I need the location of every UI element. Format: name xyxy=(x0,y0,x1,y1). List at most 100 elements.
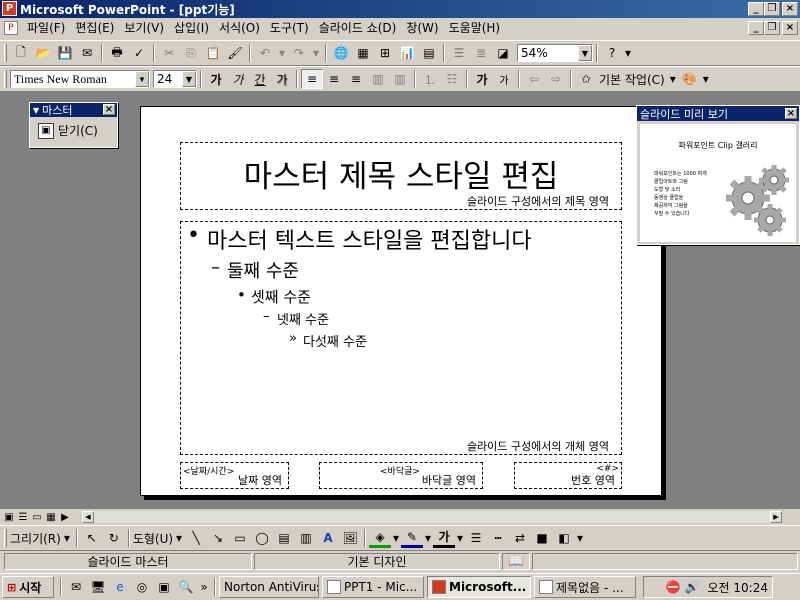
increase-font-button[interactable]: 가 xyxy=(471,69,493,89)
free-rotate-icon[interactable]: ↻ xyxy=(103,528,125,548)
chevron-down-icon[interactable]: ▾ xyxy=(455,528,465,548)
close-master-view-button[interactable]: ▣ 닫기(C) xyxy=(30,117,117,139)
bold-button[interactable]: 가 xyxy=(205,69,227,89)
align-left-icon[interactable]: ≡ xyxy=(301,69,323,89)
sorter-view-icon[interactable]: ▦ xyxy=(44,510,58,524)
shadow-button[interactable]: 가 xyxy=(271,69,293,89)
copy-icon[interactable]: ⎘ xyxy=(180,43,202,63)
master-toolbar-close-button[interactable]: × xyxy=(103,104,115,115)
redo-icon[interactable]: ↷ xyxy=(288,43,310,63)
columns-icon[interactable]: ▥ xyxy=(389,69,411,89)
doc-minimize-button[interactable]: _ xyxy=(748,21,764,35)
decrease-font-button[interactable]: 가 xyxy=(493,69,515,89)
toolbar-options-icon[interactable]: ▾ xyxy=(575,528,585,548)
arrow-icon[interactable]: ↘ xyxy=(207,528,229,548)
font-color-button[interactable]: 가 xyxy=(433,528,456,548)
outlook-icon[interactable]: ✉ xyxy=(65,577,87,597)
3d-icon[interactable]: ◧ xyxy=(553,528,575,548)
quicklaunch-more-icon[interactable]: » xyxy=(197,577,211,597)
fill-color-icon[interactable]: ◈ xyxy=(369,528,392,548)
preview-header[interactable]: 슬라이드 미리 보기 × xyxy=(637,106,799,121)
chevron-down-icon[interactable]: ▾ xyxy=(391,528,401,548)
scroll-left-icon[interactable]: ◀ xyxy=(82,511,94,523)
close-button[interactable]: × xyxy=(782,2,798,16)
body-placeholder[interactable]: • 마스터 텍스트 스타일을 편집합니다 – 둘째 수준 • 셋째 수준 – 넷… xyxy=(180,221,622,455)
horizontal-scrollbar[interactable] xyxy=(82,511,782,523)
powerpoint-app-icon[interactable]: P xyxy=(2,1,17,16)
textbox-icon[interactable]: ▤ xyxy=(273,528,295,548)
chevron-down-icon[interactable]: ▼ xyxy=(33,106,39,115)
task-powerpoint-active[interactable]: Microsoft... xyxy=(427,576,531,598)
show-formatting-icon[interactable]: ≣ xyxy=(470,43,492,63)
menu-help[interactable]: 도움말(H) xyxy=(444,19,506,37)
office-assistant-icon[interactable]: ? xyxy=(601,43,623,63)
number-placeholder[interactable]: <#> 번호 영역 xyxy=(514,462,622,489)
undo-dropdown-icon[interactable]: ▾ xyxy=(276,43,288,63)
task-ppt1[interactable]: PPT1 - Mic... xyxy=(322,576,424,598)
date-placeholder[interactable]: <날짜/시간> 날짜 영역 xyxy=(180,462,289,489)
internet-explorer-icon[interactable]: e xyxy=(109,577,131,597)
slide-design-icon[interactable]: 🎨 xyxy=(679,69,701,89)
grayscale-icon[interactable]: ◪ xyxy=(492,43,514,63)
dash-style-icon[interactable]: ┅ xyxy=(487,528,509,548)
rectangle-icon[interactable]: ▭ xyxy=(229,528,251,548)
chevron-down-icon[interactable]: ▼ xyxy=(135,71,149,87)
open-icon[interactable]: 📂 xyxy=(32,43,54,63)
master-toolbar-header[interactable]: ▼ 마스터 × xyxy=(30,103,117,117)
minimize-button[interactable]: _ xyxy=(748,2,764,16)
print-icon[interactable]: 🖶 xyxy=(106,43,128,63)
spellcheck-status-icon[interactable]: 📖 xyxy=(502,552,530,570)
bullets-icon[interactable]: ☷ xyxy=(441,69,463,89)
zoom-select[interactable]: 54% ▼ xyxy=(517,44,593,62)
menu-format[interactable]: 서식(O) xyxy=(214,19,265,37)
font-select[interactable]: Times New Roman ▼ xyxy=(10,70,150,88)
insert-table-icon[interactable]: ⊞ xyxy=(374,43,396,63)
toolbar-options-icon[interactable]: ▾ xyxy=(701,69,711,89)
line-icon[interactable]: ╲ xyxy=(185,528,207,548)
new-icon[interactable]: 🗋 xyxy=(10,43,32,63)
footer-placeholder[interactable]: <바닥글> 바닥글 영역 xyxy=(319,462,483,489)
chevron-down-icon[interactable]: ▾ xyxy=(173,528,185,548)
new-slide-icon[interactable]: ▤ xyxy=(418,43,440,63)
slide-view-icon[interactable]: ▭ xyxy=(30,510,44,524)
line-style-icon[interactable]: ☰ xyxy=(465,528,487,548)
underline-button[interactable]: 간 xyxy=(249,69,271,89)
toolbar-grip[interactable] xyxy=(4,44,7,62)
chevron-down-icon[interactable]: ▾ xyxy=(667,69,679,89)
toolbar-grip[interactable] xyxy=(4,529,7,547)
start-button[interactable]: ⊞ 시작 xyxy=(2,576,54,598)
format-painter-icon[interactable]: 🖌 xyxy=(224,43,246,63)
menu-insert[interactable]: 삽입(I) xyxy=(169,19,214,37)
task-notepad[interactable]: 제목없음 - ... xyxy=(534,576,636,598)
outline-view-icon[interactable]: ☰ xyxy=(16,510,30,524)
toolbar-grip[interactable] xyxy=(4,70,7,88)
document-icon[interactable]: P xyxy=(4,21,18,35)
clipart-icon[interactable]: 🖼 xyxy=(339,528,361,548)
chevron-down-icon[interactable]: ▼ xyxy=(578,45,592,61)
animation-star-icon[interactable]: ✩ xyxy=(575,69,597,89)
volume-tray-icon[interactable]: 🔊 xyxy=(685,580,700,594)
restore-button[interactable]: ❐ xyxy=(764,2,780,16)
hyperlink-icon[interactable]: 🌐 xyxy=(330,43,352,63)
line-color-icon[interactable]: ✎ xyxy=(401,528,424,548)
cut-icon[interactable]: ✂ xyxy=(158,43,180,63)
paste-icon[interactable]: 📋 xyxy=(202,43,224,63)
slideshow-view-icon[interactable]: ▶ xyxy=(58,510,72,524)
select-pointer-icon[interactable]: ↖ xyxy=(81,528,103,548)
menu-edit[interactable]: 편집(E) xyxy=(70,19,119,37)
scroll-right-icon[interactable]: ▶ xyxy=(770,511,782,523)
numbering-icon[interactable]: ⒈ xyxy=(419,69,441,89)
arrow-style-icon[interactable]: ⇄ xyxy=(509,528,531,548)
font-size-select[interactable]: 24 ▼ xyxy=(153,70,197,88)
doc-restore-button[interactable]: ❐ xyxy=(764,21,780,35)
autoshapes-menu-button[interactable]: 도형(U) xyxy=(133,530,173,547)
menu-window[interactable]: 창(W) xyxy=(401,19,443,37)
chevron-down-icon[interactable]: ▾ xyxy=(61,528,73,548)
quicklaunch-icon[interactable]: ◎ xyxy=(131,577,153,597)
insert-chart-icon[interactable]: 📊 xyxy=(396,43,418,63)
chevron-down-icon[interactable]: ▾ xyxy=(423,528,433,548)
design-task-button[interactable]: 기본 작업(C) xyxy=(599,71,665,88)
normal-view-icon[interactable]: ▣ xyxy=(2,510,16,524)
promote-icon[interactable]: ⇦ xyxy=(523,69,545,89)
shadow-icon[interactable]: ■ xyxy=(531,528,553,548)
